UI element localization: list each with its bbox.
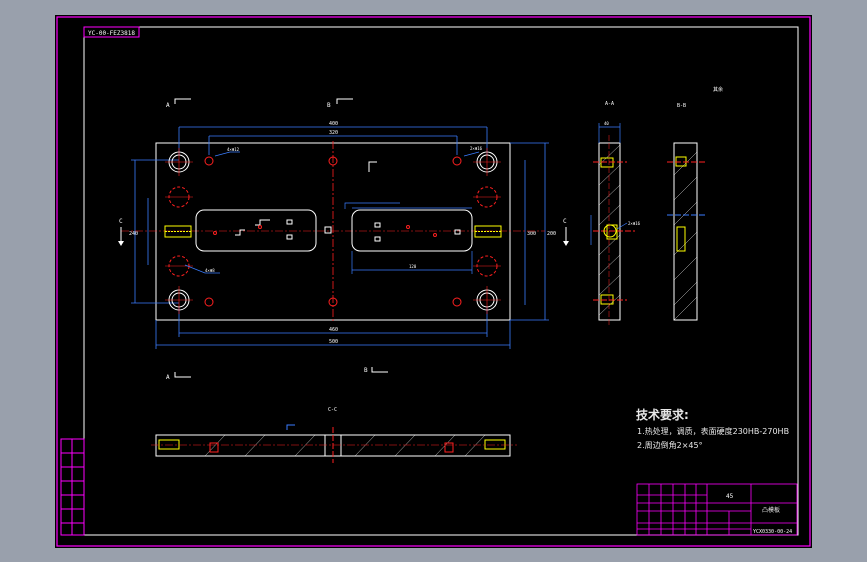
svg-text:40: 40	[604, 121, 609, 126]
cad-drawing: YC-00-FEZ3818 A B A B 400 320 460 500 20…	[56, 16, 811, 547]
section-aa: A-A 40 2×Φ16	[590, 101, 641, 327]
svg-text:4×Φ8: 4×Φ8	[205, 268, 215, 273]
svg-text:B-B: B-B	[677, 103, 686, 109]
svg-text:4×Φ12: 4×Φ12	[227, 147, 240, 152]
svg-text:300: 300	[527, 231, 536, 237]
svg-text:其余: 其余	[713, 86, 723, 93]
svg-text:240: 240	[129, 231, 138, 237]
svg-text:A: A	[166, 374, 170, 381]
plan-view: A B A B 400 320 460 500 200 300 240 4×Φ1…	[118, 98, 569, 381]
svg-text:YC-00-FEZ3818: YC-00-FEZ3818	[88, 30, 135, 37]
svg-text:C: C	[119, 218, 123, 225]
svg-text:YCX0330-00-24: YCX0330-00-24	[753, 529, 792, 535]
title-tag: YC-00-FEZ3818	[83, 26, 140, 38]
svg-text:400: 400	[329, 121, 338, 127]
svg-text:2.周边倒角2×45°: 2.周边倒角2×45°	[637, 440, 703, 450]
svg-text:技术要求:: 技术要求:	[636, 407, 689, 422]
svg-text:45: 45	[726, 493, 734, 500]
svg-text:460: 460	[329, 327, 338, 333]
svg-text:200: 200	[547, 231, 556, 237]
inner-frame	[83, 26, 799, 536]
section-cc: C-C	[151, 407, 517, 463]
svg-text:B: B	[327, 102, 331, 109]
svg-text:2×Φ16: 2×Φ16	[470, 146, 483, 151]
svg-text:A: A	[166, 102, 170, 109]
svg-text:320: 320	[329, 130, 338, 136]
section-bb: B-B 其余	[667, 86, 723, 321]
tech-requirements: 技术要求: 1.热处理，调质，表面硬度230HB-270HB 2.周边倒角2×4…	[636, 407, 789, 450]
svg-text:2×Φ16: 2×Φ16	[628, 221, 641, 226]
svg-text:500: 500	[329, 339, 338, 345]
drawing-sheet: YC-00-FEZ3818 A B A B 400 320 460 500 20…	[55, 15, 812, 548]
svg-text:120: 120	[409, 264, 417, 269]
svg-text:凸模板: 凸模板	[762, 506, 780, 514]
left-strip	[60, 438, 85, 536]
svg-text:1.热处理，调质，表面硬度230HB-270HB: 1.热处理，调质，表面硬度230HB-270HB	[637, 426, 789, 436]
svg-text:C-C: C-C	[328, 407, 337, 413]
svg-text:A-A: A-A	[605, 101, 614, 107]
svg-text:C: C	[563, 218, 567, 225]
svg-text:B: B	[364, 367, 368, 374]
